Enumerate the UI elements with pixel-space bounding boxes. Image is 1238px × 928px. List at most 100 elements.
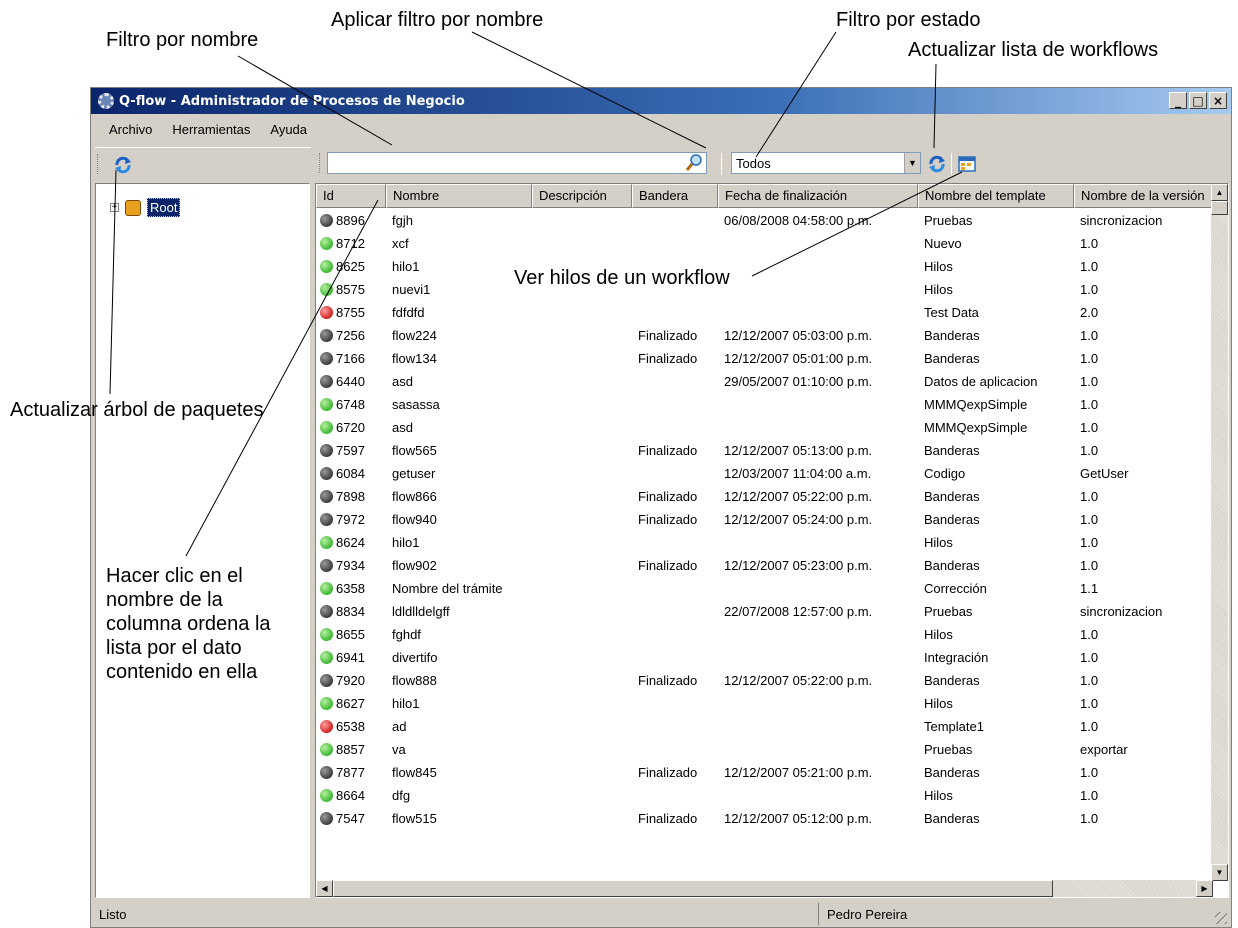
horizontal-scroll-thumb[interactable]: [333, 880, 1053, 897]
bandera-cell: Finalizado: [638, 489, 698, 504]
scroll-right-icon[interactable]: ▶: [1196, 880, 1213, 897]
resize-grip-icon[interactable]: [1215, 912, 1227, 924]
table-row[interactable]: 7877 flow845 Finalizado 12/12/2007 05:21:00…: [316, 761, 1214, 784]
table-row[interactable]: 8664 dfg Hilos 1.0: [316, 784, 1214, 807]
menu-ayuda[interactable]: Ayuda: [260, 122, 317, 137]
version-cell: sincronizacion: [1080, 213, 1163, 228]
column-header[interactable]: Fecha de finalización: [718, 184, 918, 208]
refresh-tree-icon[interactable]: [113, 155, 133, 175]
column-header[interactable]: Nombre del template: [918, 184, 1074, 208]
table-row[interactable]: 7256 flow224 Finalizado 12/12/2007 05:03:00…: [316, 324, 1214, 347]
maximize-button[interactable]: □: [1189, 92, 1207, 109]
column-header[interactable]: Nombre: [386, 184, 532, 208]
vertical-scrollbar[interactable]: ▲ ▼: [1211, 184, 1228, 881]
id-cell: 7934: [316, 558, 386, 573]
template-cell: Hilos: [924, 535, 953, 550]
column-header[interactable]: Nombre de la versión: [1074, 184, 1214, 208]
name-filter-input[interactable]: [327, 152, 707, 174]
id-cell: 8575: [316, 282, 386, 297]
table-row[interactable]: 7166 flow134 Finalizado 12/12/2007 05:01:00…: [316, 347, 1214, 370]
chevron-down-icon[interactable]: ▼: [904, 153, 920, 173]
menu-herramientas[interactable]: Herramientas: [162, 122, 260, 137]
status-text: Listo: [99, 906, 127, 922]
state-filter-select[interactable]: Todos ▼: [731, 152, 921, 174]
view-threads-icon[interactable]: [957, 154, 977, 174]
table-row[interactable]: 6358 Nombre del trámite Corrección 1.1: [316, 577, 1214, 600]
table-row[interactable]: 6748 sasassa MMMQexpSimple 1.0: [316, 393, 1214, 416]
title-bar[interactable]: Q-flow - Administrador de Procesos de Ne…: [91, 88, 1231, 114]
table-row[interactable]: 6440 asd 29/05/2007 01:10:00 p.m. Datos de …: [316, 370, 1214, 393]
version-cell: 1.0: [1080, 765, 1099, 780]
table-row[interactable]: 7972 flow940 Finalizado 12/12/2007 05:24:00…: [316, 508, 1214, 531]
table-row[interactable]: 7597 flow565 Finalizado 12/12/2007 05:13:00…: [316, 439, 1214, 462]
annotation-refresh-tree: Actualizar árbol de paquetes: [10, 399, 264, 421]
horizontal-scrollbar[interactable]: ◀ ▶: [316, 880, 1213, 897]
version-cell: 1.0: [1080, 259, 1099, 274]
nombre-cell: asd: [392, 374, 413, 389]
table-row[interactable]: 8627 hilo1 Hilos 1.0: [316, 692, 1214, 715]
id-cell: 8625: [316, 259, 386, 274]
bandera-cell: Finalizado: [638, 673, 698, 688]
template-cell: Hilos: [924, 696, 953, 711]
nombre-cell: dfg: [392, 788, 411, 803]
table-row[interactable]: 8712 xcf Nuevo 1.0: [316, 232, 1214, 255]
search-icon[interactable]: [684, 153, 704, 173]
tree-node-label[interactable]: Root: [147, 198, 181, 217]
table-row[interactable]: 7920 flow888 Finalizado 12/12/2007 05:22:00…: [316, 669, 1214, 692]
minimize-button[interactable]: _: [1169, 92, 1187, 109]
table-row[interactable]: 8655 fghdf Hilos 1.0: [316, 623, 1214, 646]
table-row[interactable]: 7547 flow515 Finalizado 12/12/2007 05:12:00…: [316, 807, 1214, 830]
workflow-id: 7547: [336, 811, 365, 826]
template-cell: Datos de aplicacion: [924, 374, 1038, 389]
version-cell: 1.0: [1080, 696, 1099, 711]
close-button[interactable]: ×: [1209, 92, 1227, 109]
version-cell: 1.0: [1080, 351, 1099, 366]
workflow-id: 6748: [336, 397, 365, 412]
table-row[interactable]: 6538 ad Template1 1.0: [316, 715, 1214, 738]
scroll-up-icon[interactable]: ▲: [1211, 184, 1228, 201]
table-row[interactable]: 8575 nuevi1 Hilos 1.0: [316, 278, 1214, 301]
table-row[interactable]: 8896 fgjh 06/08/2008 04:58:00 p.m. Pruebas s…: [316, 209, 1214, 232]
table-row[interactable]: 8857 va Pruebas exportar: [316, 738, 1214, 761]
id-cell: 6538: [316, 719, 386, 734]
tree-node-root[interactable]: + Root: [110, 198, 181, 217]
table-row[interactable]: 7898 flow866 Finalizado 12/12/2007 05:22:00…: [316, 485, 1214, 508]
refresh-list-icon[interactable]: [927, 154, 947, 174]
toolbar-separator: [721, 153, 722, 175]
table-row[interactable]: 6084 getuser 12/03/2007 11:04:00 a.m. Codig…: [316, 462, 1214, 485]
status-gray-icon: [320, 352, 333, 365]
id-cell: 7166: [316, 351, 386, 366]
nombre-cell: divertifo: [392, 650, 438, 665]
status-user: Pedro Pereira: [818, 903, 907, 925]
menu-archivo[interactable]: Archivo: [99, 122, 162, 137]
table-row[interactable]: 8625 hilo1 Hilos 1.0: [316, 255, 1214, 278]
table-row[interactable]: 8624 hilo1 Hilos 1.0: [316, 531, 1214, 554]
version-cell: 1.0: [1080, 535, 1099, 550]
version-cell: GetUser: [1080, 466, 1129, 481]
scroll-down-icon[interactable]: ▼: [1211, 864, 1228, 881]
scroll-left-icon[interactable]: ◀: [316, 880, 333, 897]
nombre-cell: hilo1: [392, 259, 420, 274]
id-cell: 8624: [316, 535, 386, 550]
status-gray-icon: [320, 490, 333, 503]
column-header[interactable]: Bandera: [632, 184, 718, 208]
vertical-scroll-thumb[interactable]: [1211, 201, 1228, 215]
status-green-icon: [320, 651, 333, 664]
status-gray-icon: [320, 559, 333, 572]
id-cell: 7920: [316, 673, 386, 688]
workflow-id: 7597: [336, 443, 365, 458]
nombre-cell: xcf: [392, 236, 409, 251]
table-row[interactable]: 7934 flow902 Finalizado 12/12/2007 05:23:00…: [316, 554, 1214, 577]
table-row[interactable]: 6720 asd MMMQexpSimple 1.0: [316, 416, 1214, 439]
table-row[interactable]: 8755 fdfdfd Test Data 2.0: [316, 301, 1214, 324]
table-row[interactable]: 8834 ldldlldelgff 22/07/2008 12:57:00 p.m.…: [316, 600, 1214, 623]
toolbar-grip[interactable]: [319, 153, 322, 173]
status-red-icon: [320, 306, 333, 319]
column-header[interactable]: Descripción: [532, 184, 632, 208]
id-cell: 6440: [316, 374, 386, 389]
toolbar-grip[interactable]: [97, 154, 100, 174]
expand-icon[interactable]: +: [110, 203, 119, 212]
column-header[interactable]: Id: [316, 184, 386, 208]
status-green-icon: [320, 743, 333, 756]
table-row[interactable]: 6941 divertifo Integración 1.0: [316, 646, 1214, 669]
